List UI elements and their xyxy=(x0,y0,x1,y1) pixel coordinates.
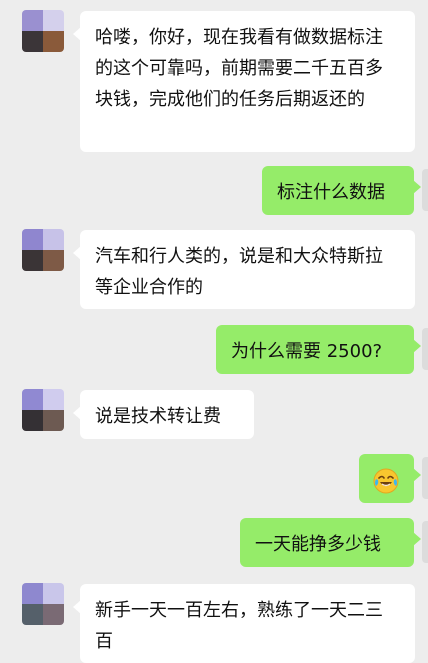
face-with-tears-of-joy-emoji xyxy=(373,468,399,494)
own-avatar[interactable] xyxy=(422,328,428,370)
contact-avatar[interactable] xyxy=(22,229,64,271)
message-bubble-outgoing[interactable] xyxy=(359,454,421,503)
message-text: 汽车和行人类的，说是和大众特斯拉等企业合作的 xyxy=(95,246,383,298)
contact-avatar[interactable] xyxy=(22,583,64,625)
contact-avatar[interactable] xyxy=(22,389,64,431)
message-text: 标注什么数据 xyxy=(277,182,385,203)
message-text: 新手一天一百左右，熟练了一天二三百 xyxy=(95,600,383,652)
message-text: 为什么需要 2500? xyxy=(231,341,383,362)
message-text: 说是技术转让费 xyxy=(95,406,221,427)
message-bubble-incoming[interactable]: 新手一天一百左右，熟练了一天二三百 xyxy=(73,584,415,663)
message-bubble-outgoing[interactable]: 为什么需要 2500? xyxy=(216,325,421,374)
message-bubble-outgoing[interactable]: 标注什么数据 xyxy=(262,166,421,215)
contact-avatar[interactable] xyxy=(22,10,64,52)
message-text: 一天能挣多少钱 xyxy=(255,534,381,555)
chat-message-list[interactable]: 哈喽，你好，现在我看有做数据标注的这个可靠吗，前期需要二千五百多块钱，完成他们的… xyxy=(0,0,428,663)
own-avatar[interactable] xyxy=(422,169,428,211)
message-text: 哈喽，你好，现在我看有做数据标注的这个可靠吗，前期需要二千五百多块钱，完成他们的… xyxy=(95,27,383,110)
message-bubble-incoming[interactable]: 哈喽，你好，现在我看有做数据标注的这个可靠吗，前期需要二千五百多块钱，完成他们的… xyxy=(73,11,415,152)
message-bubble-incoming[interactable]: 汽车和行人类的，说是和大众特斯拉等企业合作的 xyxy=(73,230,415,309)
own-avatar[interactable] xyxy=(422,457,428,499)
own-avatar[interactable] xyxy=(422,521,428,563)
message-bubble-outgoing[interactable]: 一天能挣多少钱 xyxy=(240,518,421,567)
message-bubble-incoming[interactable]: 说是技术转让费 xyxy=(73,390,254,439)
